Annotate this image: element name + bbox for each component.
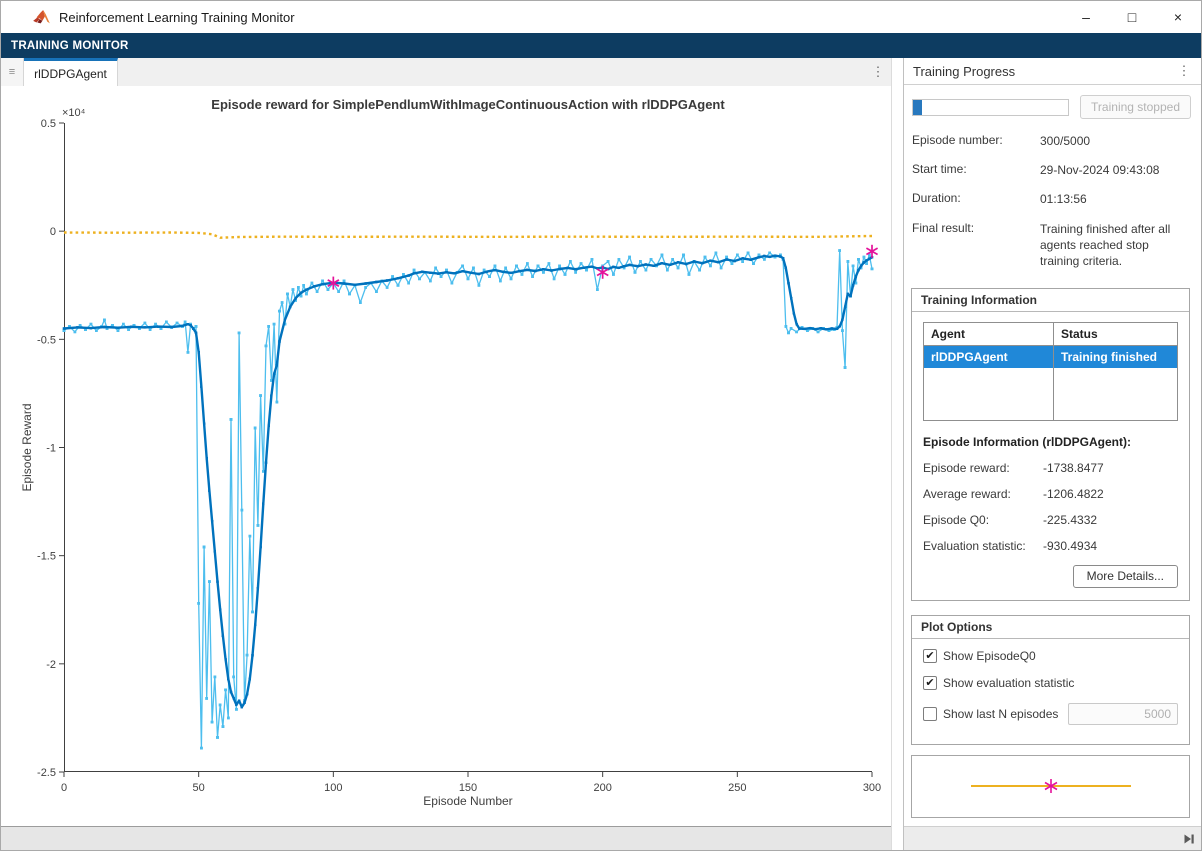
svg-text:-1.5: -1.5 xyxy=(37,551,56,563)
bottom-strip-left xyxy=(1,826,891,850)
checkbox-show-evaluation-statistic[interactable]: ✔ Show evaluation statistic xyxy=(923,676,1178,690)
training-information-header: Training Information xyxy=(912,289,1189,312)
training-information-box: Training Information Agent Status rlDDPG… xyxy=(911,288,1190,601)
checkbox-show-last-n-episodes[interactable]: Show last N episodes xyxy=(923,703,1178,725)
checkbox-show-episodeq0[interactable]: ✔ Show EpisodeQ0 xyxy=(923,649,1178,663)
checkbox-icon[interactable] xyxy=(923,707,937,721)
svg-text:-2: -2 xyxy=(46,659,56,671)
bottom-strip-right xyxy=(904,826,1201,850)
panel-splitter[interactable] xyxy=(891,58,904,850)
matlab-logo-icon xyxy=(33,10,50,25)
checkbox-icon[interactable]: ✔ xyxy=(923,649,937,663)
minimize-button[interactable]: – xyxy=(1063,1,1109,33)
checkbox-icon[interactable]: ✔ xyxy=(923,676,937,690)
reward-figure: Episode reward for SimplePendlumWithImag… xyxy=(1,86,891,826)
svg-text:150: 150 xyxy=(459,782,477,794)
field-start-time: Start time: 29-Nov-2024 09:43:08 xyxy=(912,162,1191,178)
progress-bar xyxy=(912,99,1069,116)
document-bar-icon[interactable]: ≡ xyxy=(1,58,24,86)
maximize-button[interactable]: □ xyxy=(1109,1,1155,33)
evaluation-line-graphic xyxy=(921,766,1181,806)
svg-text:0: 0 xyxy=(61,782,67,794)
app-window: Reinforcement Learning Training Monitor … xyxy=(0,0,1202,851)
svg-text:100: 100 xyxy=(324,782,342,794)
tabstrip-overflow-icon[interactable]: ⋮ xyxy=(865,58,891,86)
evaluation-legend-preview xyxy=(911,755,1190,818)
agent-cell: rlDDPGAgent xyxy=(924,346,1054,369)
svg-text:-1: -1 xyxy=(46,443,56,455)
column-header-agent: Agent xyxy=(924,323,1054,346)
title-bar: Reinforcement Learning Training Monitor … xyxy=(1,1,1201,33)
episode-information-header: Episode Information (rlDDPGAgent): xyxy=(923,435,1178,449)
svg-text:0: 0 xyxy=(50,226,56,238)
field-final-result: Final result: Training finished after al… xyxy=(912,221,1191,270)
agent-status-table: Agent Status rlDDPGAgent Training finish… xyxy=(923,322,1178,421)
panel-title: Training Progress xyxy=(913,64,1015,79)
skip-to-end-icon[interactable] xyxy=(1183,833,1196,845)
window-controls: – □ × xyxy=(1063,1,1201,33)
column-header-status: Status xyxy=(1054,323,1178,346)
toolstrip-ribbon: TRAINING MONITOR xyxy=(1,33,1201,58)
svg-text:200: 200 xyxy=(593,782,611,794)
training-stopped-button[interactable]: Training stopped xyxy=(1080,95,1191,119)
close-button[interactable]: × xyxy=(1155,1,1201,33)
row-average-reward: Average reward: -1206.4822 xyxy=(923,487,1178,501)
svg-text:-0.5: -0.5 xyxy=(37,334,56,346)
window-title: Reinforcement Learning Training Monitor xyxy=(59,10,295,25)
y-axis-label: Episode Reward xyxy=(20,123,35,772)
row-episode-q0: Episode Q0: -225.4332 xyxy=(923,513,1178,527)
progress-fill xyxy=(913,100,922,115)
row-evaluation-statistic: Evaluation statistic: -930.4934 xyxy=(923,539,1178,553)
row-episode-reward: Episode reward: -1738.8477 xyxy=(923,461,1178,475)
table-row[interactable]: rlDDPGAgent Training finished xyxy=(924,346,1178,369)
svg-text:-2.5: -2.5 xyxy=(37,767,56,779)
svg-text:300: 300 xyxy=(863,782,881,794)
plot-options-box: Plot Options ✔ Show EpisodeQ0 ✔ Show eva… xyxy=(911,615,1190,745)
status-cell: Training finished xyxy=(1054,346,1178,369)
x-axis-label: Episode Number xyxy=(64,794,872,808)
chart-title: Episode reward for SimplePendlumWithImag… xyxy=(64,97,872,112)
field-episode-number: Episode number: 300/5000 xyxy=(912,133,1191,149)
plot-options-header: Plot Options xyxy=(912,616,1189,639)
tab-training-monitor[interactable]: TRAINING MONITOR xyxy=(1,40,139,52)
svg-text:50: 50 xyxy=(193,782,205,794)
tab-rlddpgagent[interactable]: rlDDPGAgent xyxy=(24,58,118,86)
reward-chart-svg: 0501001502002503000.50-0.5-1-1.5-2-2.5×1… xyxy=(64,123,872,772)
document-tab-strip: ≡ rlDDPGAgent ⋮ xyxy=(1,58,891,86)
more-details-button[interactable]: More Details... xyxy=(1073,565,1178,588)
svg-text:0.5: 0.5 xyxy=(41,118,56,130)
panel-overflow-icon[interactable]: ⋮ xyxy=(1176,63,1192,79)
svg-text:×10⁴: ×10⁴ xyxy=(62,107,86,119)
training-progress-panel: Training Progress ⋮ Training stopped Epi… xyxy=(904,58,1201,850)
svg-text:250: 250 xyxy=(728,782,746,794)
field-duration: Duration: 01:13:56 xyxy=(912,191,1191,207)
n-episodes-input[interactable] xyxy=(1068,703,1178,725)
